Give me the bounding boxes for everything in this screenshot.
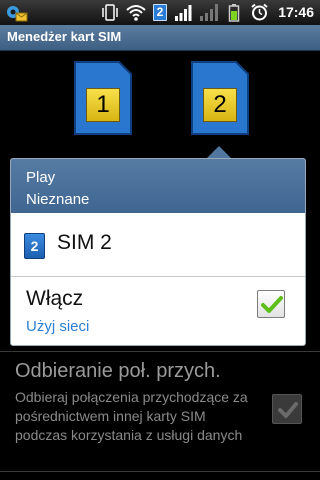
divider <box>0 351 320 352</box>
enable-label: Włącz <box>26 287 84 310</box>
status-time: 17:46 <box>278 4 314 20</box>
incoming-calls-checkbox[interactable] <box>272 394 302 424</box>
signal-empty-icon <box>199 3 221 22</box>
enable-checkbox[interactable] <box>257 290 285 318</box>
incoming-calls-description: Odbieraj połączenia przychodzące za pośr… <box>15 389 248 443</box>
app-title-bar: Menedżer kart SIM <box>0 25 320 51</box>
network-status: Nieznane <box>26 191 90 208</box>
enable-subtitle: Użyj sieci <box>26 318 90 335</box>
status-bar: 2 17:46 <box>0 0 320 25</box>
sim-card-1[interactable]: 1 <box>73 60 133 136</box>
settings-notification-icon <box>4 3 28 22</box>
sim-card-2[interactable]: 2 <box>190 60 250 136</box>
sim-popup: Play Nieznane 2 SIM 2 Włącz Użyj sieci <box>10 158 306 346</box>
sim-card-1-number: 1 <box>86 88 120 122</box>
sim-name-row[interactable]: 2 SIM 2 <box>11 213 305 277</box>
sim-2-icon: 2 <box>152 3 168 22</box>
checkmark-icon <box>278 402 298 418</box>
operator-name: Play <box>26 169 56 186</box>
incoming-calls-title: Odbieranie poł. przych. <box>15 360 221 382</box>
sim-name: SIM 2 <box>57 231 112 254</box>
divider <box>0 471 320 472</box>
vibrate-icon <box>100 3 120 22</box>
popup-header: Play Nieznane <box>11 159 305 213</box>
app-title: Menedżer kart SIM <box>7 29 122 44</box>
sim-2-icon: 2 <box>24 233 45 259</box>
battery-icon <box>228 3 240 22</box>
enable-sim-row[interactable]: Włącz Użyj sieci <box>11 278 305 346</box>
signal-icon <box>174 3 194 22</box>
wifi-icon <box>125 3 147 22</box>
alarm-icon <box>250 3 269 22</box>
checkmark-icon <box>261 296 283 313</box>
sim-card-2-number: 2 <box>203 88 237 122</box>
sim-2-badge: 2 <box>153 4 167 21</box>
